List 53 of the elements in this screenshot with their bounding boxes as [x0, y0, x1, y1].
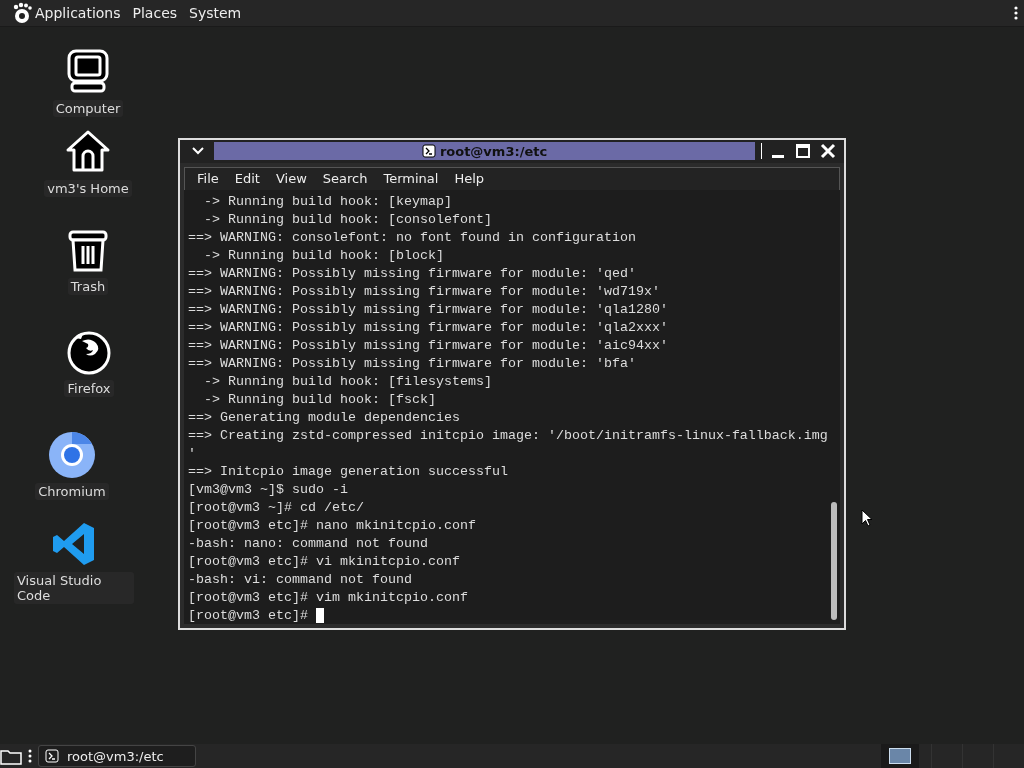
chevron-down-icon	[192, 147, 204, 156]
terminal-line: ==> WARNING: Possibly missing firmware for module: 'wd719x'	[188, 283, 660, 299]
panel-menu[interactable]: System	[185, 5, 250, 21]
menu-item[interactable]: Terminal	[375, 171, 447, 187]
icon-label[interactable]: Computer	[52, 100, 124, 117]
terminal-line: '	[188, 445, 196, 461]
mouse-pointer-icon	[861, 509, 873, 527]
terminal-line: ==> Generating module dependencies	[188, 409, 460, 425]
terminal-line: ==> Initcpio image generation successful	[188, 463, 508, 479]
terminal-line: [root@vm3 etc]# nano mkinitcpio.conf	[188, 517, 476, 533]
menu-item[interactable]: Help	[446, 171, 493, 187]
terminal-line: ==> WARNING: Possibly missing firmware for module: 'qed'	[188, 265, 636, 281]
terminal-line: -> Running build hook: [consolefont]	[203, 211, 492, 227]
terminal-line: [root@vm3 etc]#	[188, 607, 309, 623]
menu-item[interactable]: File	[189, 171, 227, 187]
icon-label[interactable]: Chromium	[35, 483, 109, 500]
terminal-line: [root@vm3 ~]# cd /etc/	[188, 499, 364, 515]
menu-item[interactable]: Search	[314, 171, 376, 187]
terminal-line: ==> WARNING: Possibly missing firmware for module: 'aic94xx'	[188, 337, 668, 353]
window-title: root@vm3:/etc	[439, 143, 548, 159]
handle-icon	[28, 748, 32, 764]
menu-item[interactable]: View	[267, 171, 315, 187]
maximize-icon[interactable]	[795, 143, 811, 160]
terminal-icon	[421, 144, 436, 159]
terminal-line: [root@vm3 etc]# vim mkinitcpio.conf	[188, 589, 468, 605]
terminal-line: ==> Creating zstd-compressed initcpio image: '/boot/initramfs-linux-fallback.img	[188, 427, 828, 443]
terminal-line: -> Running build hook: [filesystems]	[203, 373, 492, 389]
taskbar-button[interactable]: root@vm3:/etc	[38, 745, 196, 767]
terminal-icon	[45, 749, 59, 763]
folder-icon	[0, 747, 22, 765]
terminal-line: ==> WARNING: Possibly missing firmware for module: 'bfa'	[188, 355, 636, 371]
terminal-line: -> Running build hook: [fsck]	[203, 391, 436, 407]
terminal-line: -> Running build hook: [block]	[203, 247, 444, 263]
icon-label[interactable]: Visual Studio Code	[14, 572, 134, 604]
panel-menu[interactable]: Applications	[32, 5, 129, 21]
terminal-line: -> Running build hook: [keymap]	[203, 193, 452, 209]
terminal-line: [vm3@vm3 ~]$ sudo -i	[188, 481, 348, 497]
close-icon[interactable]	[820, 143, 836, 160]
terminal-line: -bash: nano: command not found	[188, 535, 428, 551]
panel-menu[interactable]: Places	[128, 5, 186, 21]
scrollbar-thumb[interactable]	[831, 502, 837, 620]
chromium-icon	[48, 431, 96, 479]
workspace-thumbnail	[889, 748, 911, 764]
terminal-line: ==> WARNING: Possibly missing firmware for module: 'qla1280'	[188, 301, 668, 317]
terminal-line: ==> WARNING: Possibly missing firmware for module: 'qla2xxx'	[188, 319, 668, 335]
terminal-line: [root@vm3 etc]# vi mkinitcpio.conf	[188, 553, 460, 569]
terminal-line: ==> WARNING: consolefont: no font found in configuration	[188, 229, 636, 245]
icon-label[interactable]: Firefox	[64, 380, 114, 397]
menu-item[interactable]: Edit	[226, 171, 268, 187]
menu-icon	[1014, 5, 1018, 21]
icon-label[interactable]: vm3's Home	[44, 180, 132, 197]
terminal-line: -bash: vi: command not found	[188, 571, 412, 587]
icon-label[interactable]: Trash	[67, 278, 109, 295]
